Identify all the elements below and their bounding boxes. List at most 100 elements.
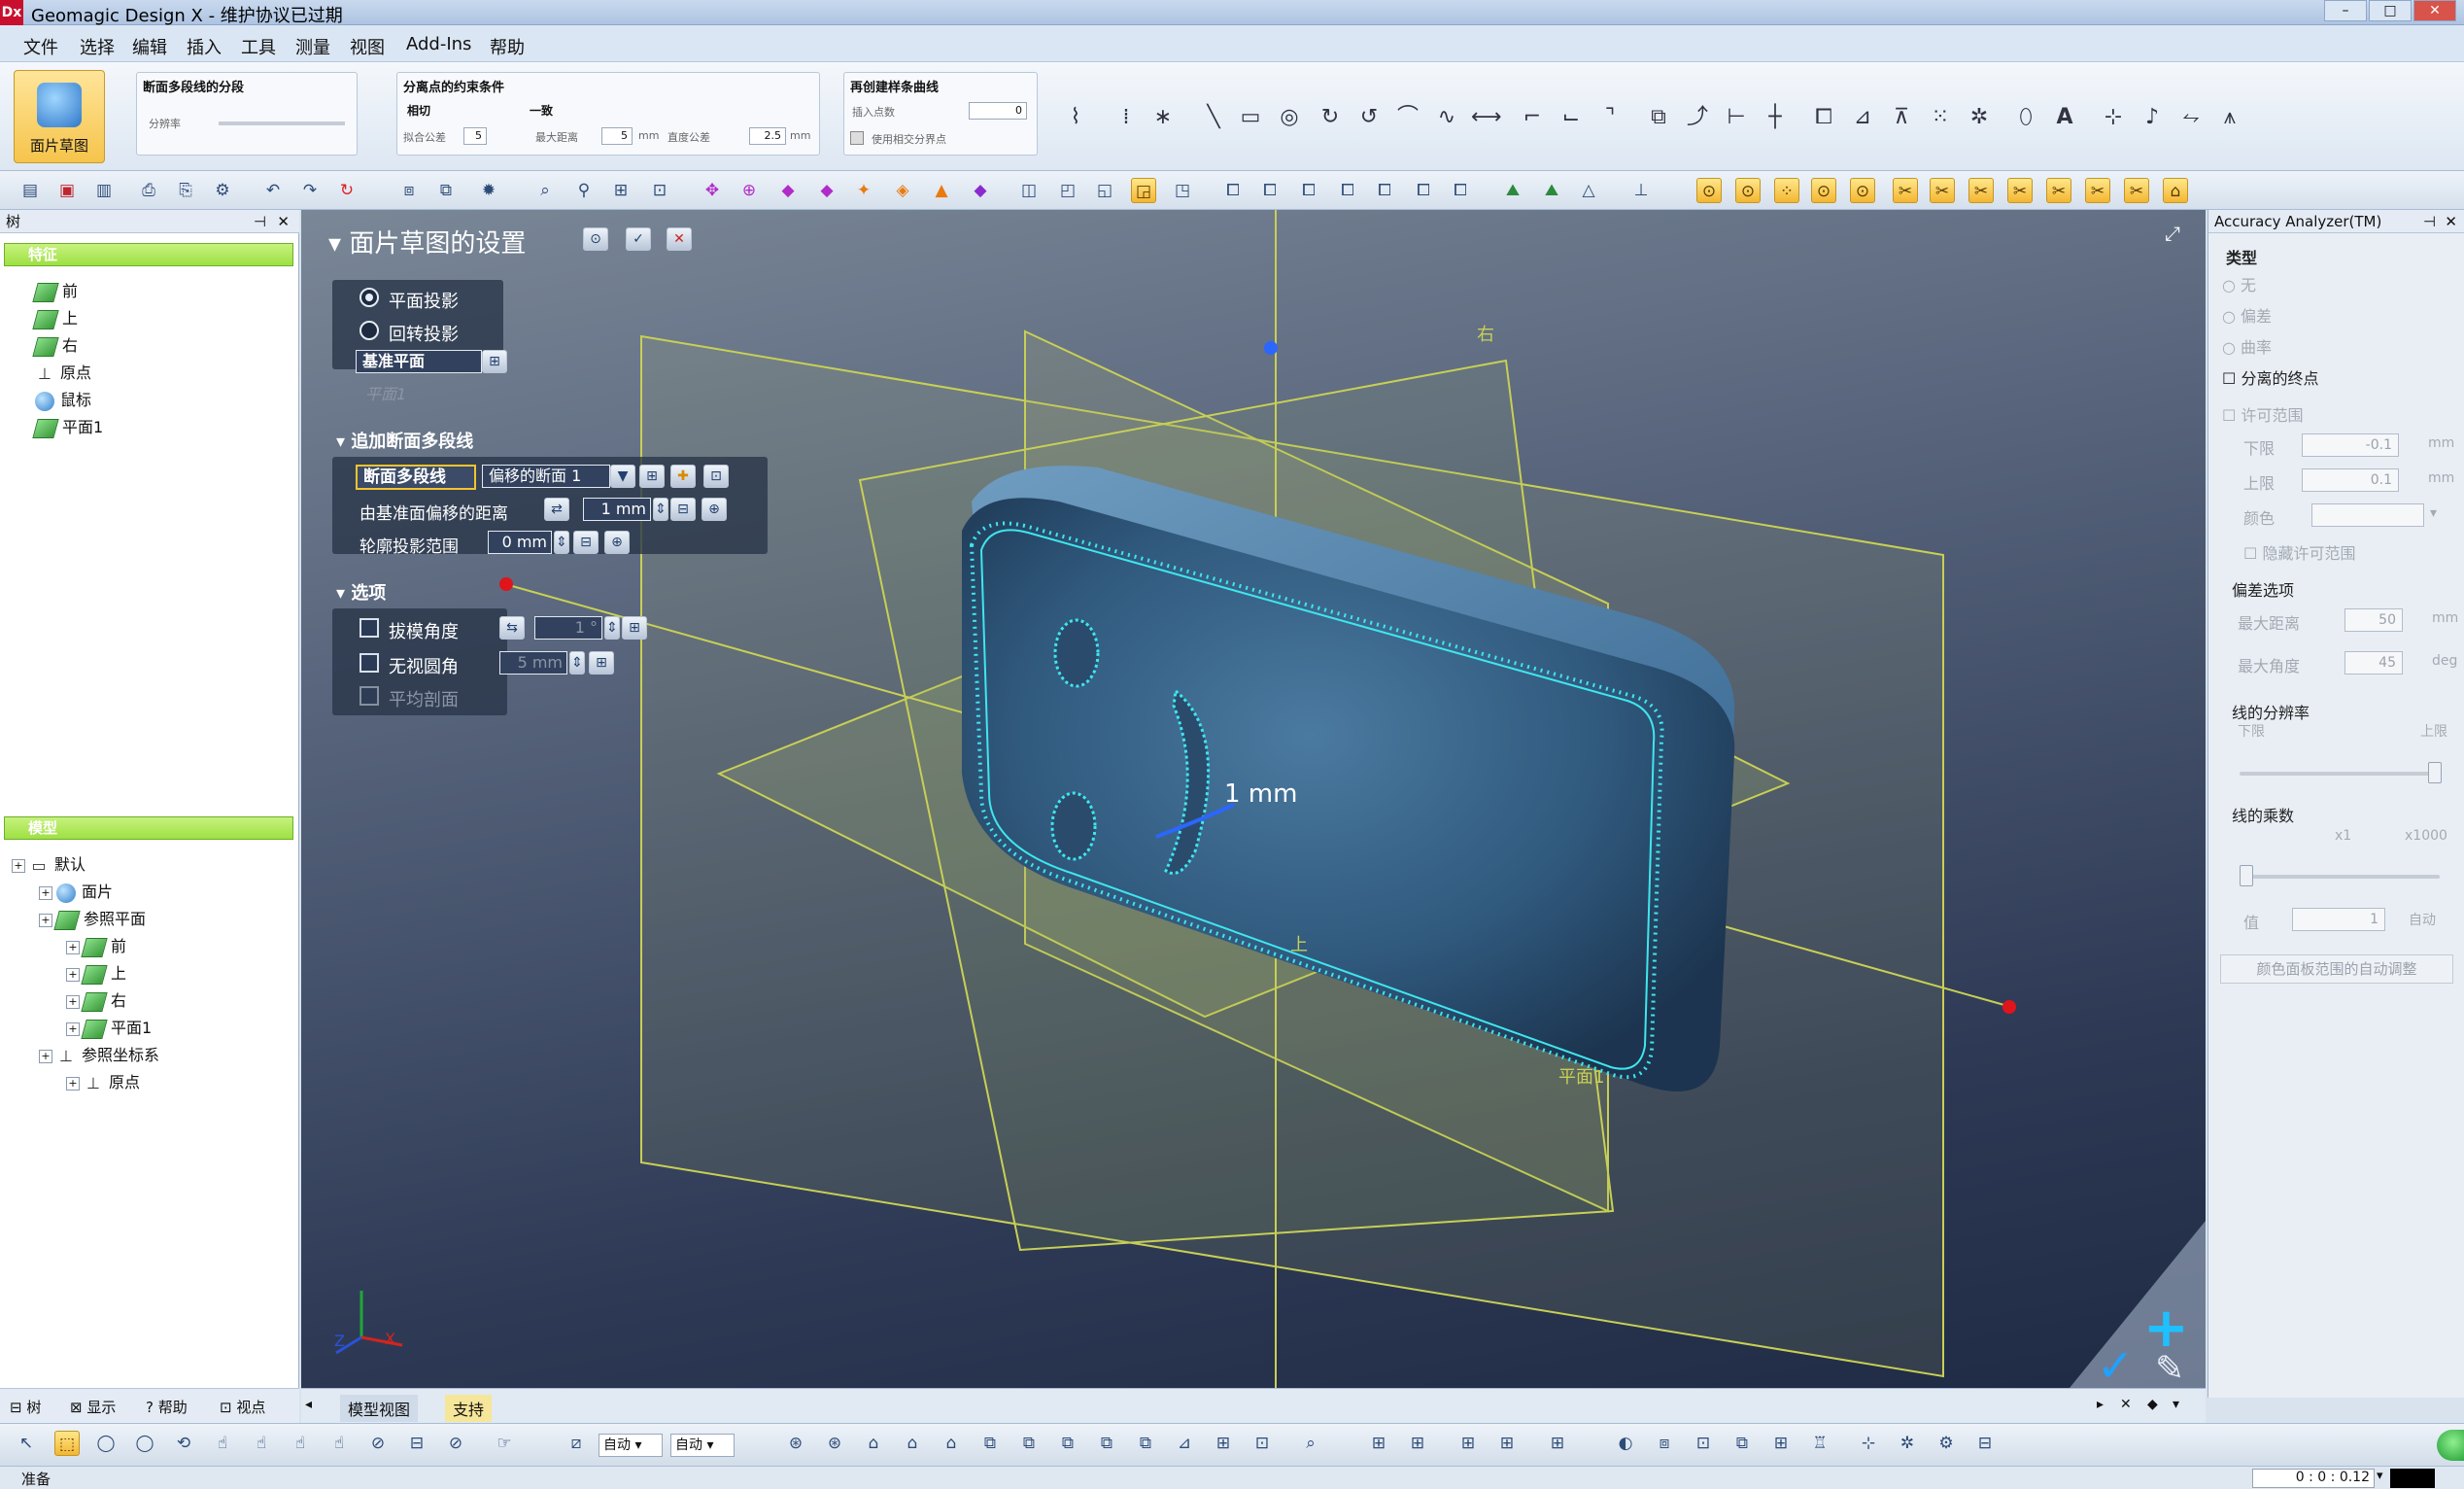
- filter-vector-icon[interactable]: ⊿: [1172, 1431, 1197, 1456]
- light-icon[interactable]: ▲: [929, 178, 954, 203]
- arc-tangent-icon[interactable]: ⌒: [1395, 105, 1420, 130]
- offset-distance-input[interactable]: 1 mm: [583, 498, 651, 521]
- model-tree-item[interactable]: + ⊥ 参照坐标系: [39, 1042, 159, 1066]
- auto-combo-1[interactable]: 自动 ▾: [599, 1434, 663, 1457]
- control-point-left[interactable]: [499, 577, 513, 591]
- expand-toggle-icon[interactable]: +: [39, 885, 52, 900]
- display-7-icon[interactable]: ⧠: [1448, 178, 1473, 203]
- tab-display[interactable]: ⊠ 显示: [70, 1397, 116, 1417]
- auto-multiplier-checkbox[interactable]: 自动: [2409, 910, 2436, 929]
- menu-insert[interactable]: 插入: [187, 34, 222, 59]
- mesh-eye-upper[interactable]: [1053, 618, 1100, 688]
- settings-ok-button[interactable]: ✓: [626, 227, 651, 251]
- draft-angle-checkbox[interactable]: [359, 618, 379, 638]
- max-distance-input[interactable]: 5: [601, 127, 633, 145]
- filter-2-icon[interactable]: ⊙: [1735, 178, 1761, 203]
- max-angle-field[interactable]: 45: [2344, 651, 2403, 675]
- max-distance-field[interactable]: 50: [2344, 608, 2403, 632]
- straightness-input[interactable]: 2.5: [749, 127, 786, 145]
- split-icon[interactable]: ⊢: [1724, 105, 1749, 130]
- roll-icon[interactable]: ◆: [814, 178, 839, 203]
- refresh-icon[interactable]: ↻: [334, 178, 359, 203]
- multiplier-track[interactable]: [2240, 875, 2440, 879]
- tool-1-icon[interactable]: ⊹: [1856, 1431, 1881, 1456]
- text-icon[interactable]: A: [2052, 105, 2077, 130]
- save-icon[interactable]: ▥: [91, 178, 117, 203]
- feature-tree-item[interactable]: 前: [32, 278, 78, 302]
- feature-tree-item[interactable]: ⊥ 原点: [35, 360, 91, 384]
- color-dropdown-icon[interactable]: ▾: [2430, 505, 2437, 521]
- tab-help[interactable]: ? 帮助: [146, 1397, 188, 1417]
- menu-select[interactable]: 选择: [80, 34, 115, 59]
- triangle-icon[interactable]: △: [1576, 178, 1601, 203]
- fillet-icon[interactable]: ⌙: [1558, 105, 1584, 130]
- filter-sketch-icon[interactable]: ⧉: [1016, 1431, 1042, 1456]
- maximize-button[interactable]: □: [2369, 0, 2412, 21]
- select-flood-icon[interactable]: ☝: [288, 1431, 313, 1456]
- view-right-icon[interactable]: ◳: [1170, 178, 1195, 203]
- arc-icon[interactable]: ↻: [1318, 105, 1343, 130]
- pan-icon[interactable]: ✥: [700, 178, 725, 203]
- filter-11-icon[interactable]: ✂: [2085, 178, 2110, 203]
- contour-tool-icon[interactable]: ⊟: [573, 531, 599, 554]
- draft-spinner[interactable]: ⇕: [604, 616, 620, 640]
- tab-viewpoint[interactable]: ⊡ 视点: [220, 1397, 265, 1417]
- tab-tree[interactable]: ⊟ 树: [10, 1397, 41, 1417]
- menu-help[interactable]: 帮助: [490, 34, 525, 59]
- dimension-icon[interactable]: ⟷: [1471, 105, 1502, 130]
- spline-icon[interactable]: ∿: [1434, 105, 1459, 130]
- multiplier-slider-thumb[interactable]: [2240, 865, 2253, 886]
- select-brush-icon[interactable]: ☝: [249, 1431, 274, 1456]
- rotational-projection-radio[interactable]: [359, 321, 379, 340]
- filter-curve-icon[interactable]: ⧉: [1055, 1431, 1080, 1456]
- print-icon[interactable]: ⎘: [173, 178, 198, 203]
- redo-icon[interactable]: ↷: [297, 178, 323, 203]
- resolution-slider-thumb[interactable]: [2428, 762, 2442, 783]
- filter-region-icon[interactable]: ⊛: [822, 1431, 847, 1456]
- average-section-checkbox[interactable]: [359, 686, 379, 706]
- filter-3-icon[interactable]: ⁘: [1774, 178, 1799, 203]
- vertical-line-icon[interactable]: ⁞: [1113, 105, 1139, 130]
- snap-5-icon[interactable]: ⊞: [1545, 1431, 1570, 1456]
- display-5-icon[interactable]: ⧠: [1372, 178, 1397, 203]
- tool-3-icon[interactable]: ⚙: [1934, 1431, 1959, 1456]
- snap-4-icon[interactable]: ⊞: [1494, 1431, 1520, 1456]
- filter-6-icon[interactable]: ✂: [1893, 178, 1918, 203]
- base-plane-selector[interactable]: 基准平面: [356, 350, 482, 373]
- filter-edge-icon[interactable]: ⌂: [900, 1431, 925, 1456]
- display-mode-5-icon[interactable]: ⊞: [1768, 1431, 1794, 1456]
- select-filter-icon[interactable]: ✹: [476, 178, 501, 203]
- orbit-icon[interactable]: ◆: [775, 178, 801, 203]
- mesh-eye-lower[interactable]: [1050, 791, 1097, 861]
- feature-tree-item[interactable]: 鼠标: [35, 387, 91, 411]
- feature-tree-item[interactable]: 上: [32, 305, 78, 329]
- display-mode-4-icon[interactable]: ⧉: [1729, 1431, 1755, 1456]
- menu-addins[interactable]: Add-Ins: [406, 34, 471, 54]
- slot-icon[interactable]: ⬯: [2013, 105, 2038, 130]
- snap-3-icon[interactable]: ⊞: [1455, 1431, 1481, 1456]
- expand-toggle-icon[interactable]: +: [66, 967, 80, 982]
- filter-clear-icon[interactable]: ⌕: [1298, 1431, 1323, 1456]
- rectangle-icon[interactable]: ▭: [1238, 105, 1263, 130]
- select-through-icon[interactable]: ☞: [492, 1431, 517, 1456]
- tab-scroll-right-icon[interactable]: ▸: [2097, 1397, 2104, 1412]
- auto-adjust-color-range-button[interactable]: 颜色面板范围的自动调整: [2220, 954, 2453, 984]
- filter-mesh-icon[interactable]: ⊛: [783, 1431, 808, 1456]
- draft-tool-icon[interactable]: ⊞: [622, 616, 647, 640]
- snap-2-icon[interactable]: ⊞: [1405, 1431, 1430, 1456]
- surface-icon[interactable]: ⛰: [1539, 178, 1564, 203]
- section-polyline-selector[interactable]: 断面多段线: [356, 465, 476, 490]
- constraint-icon[interactable]: ⊹: [2101, 105, 2126, 130]
- model-tree-item[interactable]: + 参照平面: [39, 906, 146, 930]
- contour-spinner[interactable]: ⇕: [554, 531, 569, 554]
- tool-4-icon[interactable]: ⊟: [1972, 1431, 1998, 1456]
- feature-tree-item[interactable]: 平面1: [32, 414, 103, 438]
- new-icon[interactable]: ▤: [17, 178, 43, 203]
- planar-projection-radio[interactable]: [359, 288, 379, 307]
- viewport-expand-icon[interactable]: ⤢: [2165, 222, 2180, 245]
- display-mode-1-icon[interactable]: ◐: [1613, 1431, 1638, 1456]
- model-tree-item[interactable]: + ⊥ 原点: [66, 1069, 140, 1093]
- section-tool-1-icon[interactable]: ⊞: [639, 465, 665, 488]
- model-tree-item[interactable]: + 面片: [39, 879, 113, 903]
- filter-13-icon[interactable]: ⌂: [2163, 178, 2188, 203]
